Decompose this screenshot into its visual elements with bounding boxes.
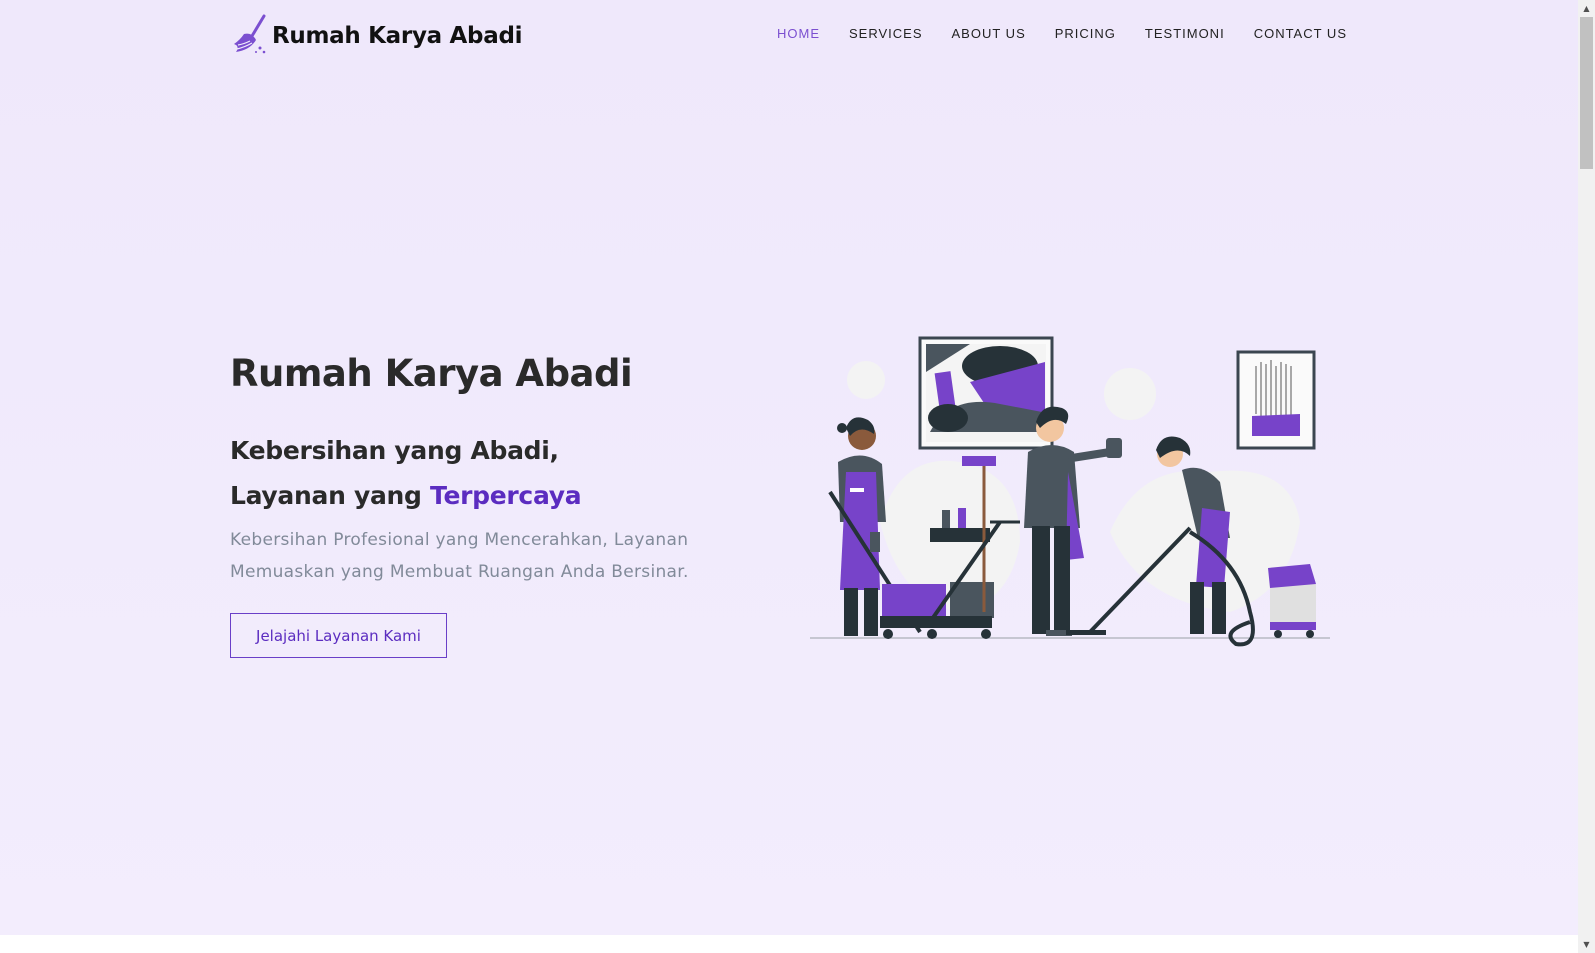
hero-subtitle-prefix: Layanan yang — [230, 481, 431, 510]
explore-services-button[interactable]: Jelajahi Layanan Kami — [230, 613, 447, 658]
hero-description: Kebersihan Profesional yang Mencerahkan,… — [230, 530, 689, 582]
hero-title: Rumah Karya Abadi — [230, 352, 633, 395]
hero-subtitle-line2: Layanan yang Terpercaya — [230, 473, 582, 518]
nav-contact-us[interactable]: CONTACT US — [1254, 26, 1347, 41]
brand-logo[interactable]: Rumah Karya Abadi — [230, 14, 523, 58]
nav-home[interactable]: HOME — [777, 26, 820, 41]
hero-subtitle-accent: Terpercaya — [430, 481, 582, 510]
brand-name: Rumah Karya Abadi — [272, 23, 523, 49]
nav-about-us[interactable]: ABOUT US — [952, 26, 1026, 41]
vertical-scrollbar[interactable]: ▲ ▼ — [1578, 0, 1595, 953]
main-nav: HOME SERVICES ABOUT US PRICING TESTIMONI… — [748, 26, 1347, 41]
broom-icon — [230, 14, 268, 58]
scroll-thumb[interactable] — [1580, 17, 1593, 169]
cleaning-team-illustration — [810, 332, 1340, 666]
nav-testimoni[interactable]: TESTIMONI — [1145, 26, 1225, 41]
hero-subtitle: Kebersihan yang Abadi, Layanan yang Terp… — [230, 428, 582, 518]
nav-pricing[interactable]: PRICING — [1055, 26, 1116, 41]
nav-services[interactable]: SERVICES — [849, 26, 923, 41]
scroll-down-icon[interactable]: ▼ — [1578, 936, 1595, 953]
scroll-up-icon[interactable]: ▲ — [1578, 0, 1595, 17]
hero-subtitle-line1: Kebersihan yang Abadi, — [230, 436, 559, 465]
next-section-edge — [0, 935, 1578, 953]
